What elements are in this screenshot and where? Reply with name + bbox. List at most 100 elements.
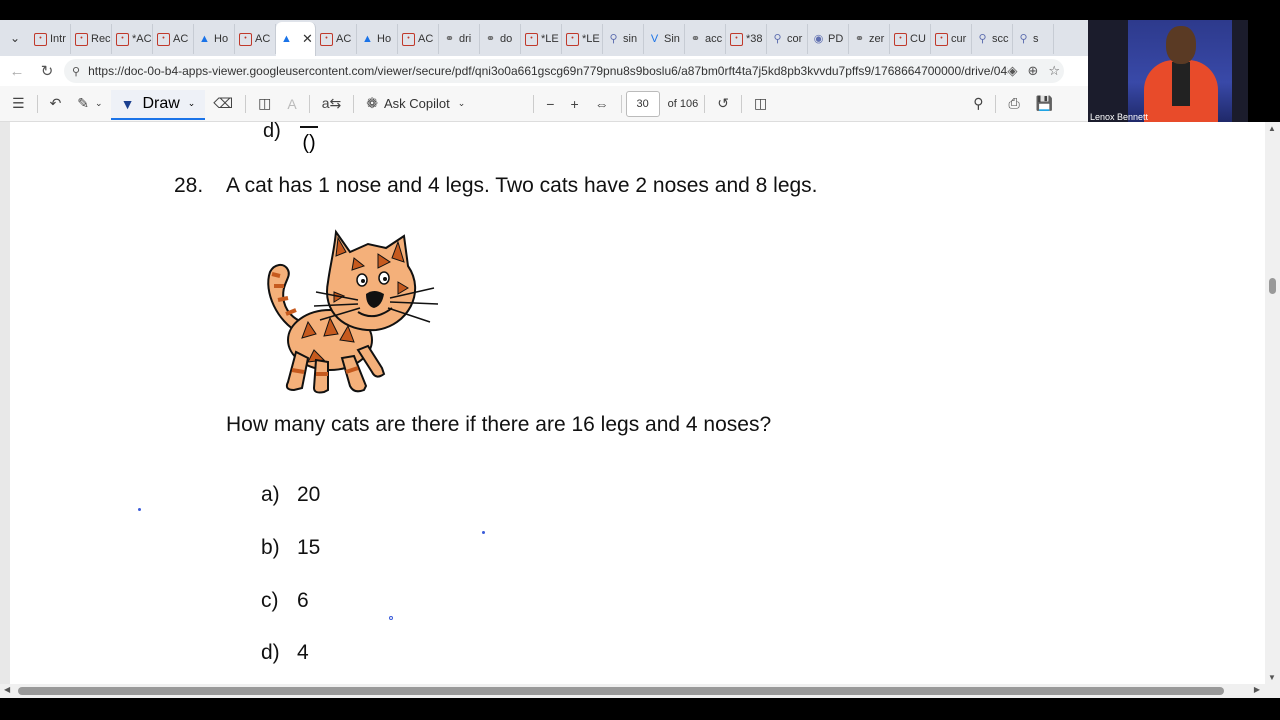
browser-tab[interactable]: • AC: [398, 24, 439, 54]
browser-tab[interactable]: ▲ Ho: [357, 24, 398, 54]
draw-button[interactable]: ▼ Draw ⌄: [110, 89, 206, 120]
tab-list-dropdown[interactable]: ⌄: [0, 20, 30, 56]
vertical-scrollbar[interactable]: ▲ ▼: [1265, 122, 1280, 684]
browser-tab[interactable]: • AC: [316, 24, 357, 54]
zoom-in-button[interactable]: +: [562, 86, 586, 122]
scroll-right-icon[interactable]: ▶: [1254, 685, 1260, 694]
previous-option-letter: d): [263, 122, 281, 142]
tab-label: AC: [255, 33, 271, 45]
page-view-icon: ◫: [753, 95, 768, 111]
browser-tab[interactable]: • AC: [235, 24, 276, 54]
browser-tab[interactable]: ⚲ s: [1013, 24, 1054, 54]
pdf-icon: •: [75, 32, 88, 46]
contents-button[interactable]: ☰: [4, 86, 33, 122]
scroll-up-icon[interactable]: ▲: [1268, 124, 1276, 133]
print-button[interactable]: ⎙: [1000, 86, 1027, 122]
tab-label: AC: [173, 33, 189, 45]
zoom-out-button[interactable]: −: [538, 86, 562, 122]
pdf-icon: •: [157, 32, 170, 46]
browser-tab[interactable]: ⚲ scc: [972, 24, 1013, 54]
browser-tab[interactable]: • *38: [726, 24, 767, 54]
save-button[interactable]: 💾: [1028, 86, 1061, 122]
browser-tab[interactable]: • Rec: [71, 24, 112, 54]
horizontal-scroll-thumb[interactable]: [18, 687, 1224, 695]
text-box-button[interactable]: ◫: [250, 86, 279, 122]
rotate-button[interactable]: ↺: [709, 86, 737, 122]
page-view-button[interactable]: ◫: [746, 86, 775, 122]
tab-label: dri: [459, 33, 472, 45]
scroll-down-icon[interactable]: ▼: [1268, 673, 1276, 682]
browser-tab[interactable]: ▲ ✕: [276, 22, 316, 56]
browser-tab[interactable]: • AC: [153, 24, 194, 54]
ask-copilot-button[interactable]: ❁ Ask Copilot ⌄: [358, 86, 473, 122]
fit-page-button[interactable]: ⇔: [587, 86, 617, 122]
fraction-bar: [300, 126, 318, 128]
pdf-icon: •: [935, 32, 948, 46]
screen-bottom-border: [0, 698, 1280, 720]
draw-pen-icon: ▼: [120, 95, 135, 112]
zoom-icon[interactable]: ⊕: [1027, 63, 1038, 79]
question-prompt: How many cats are there if there are 16 …: [226, 413, 772, 436]
read-aloud-button[interactable]: a⇆: [314, 86, 350, 122]
browser-tab[interactable]: • *AC: [112, 24, 153, 54]
translate-icon[interactable]: ◈: [1007, 63, 1017, 79]
tab-label: AC: [336, 33, 352, 45]
tab-label: Ho: [214, 33, 229, 45]
find-button[interactable]: ⚲: [965, 86, 991, 122]
browser-tab[interactable]: ◉ PD: [808, 24, 849, 54]
tab-label: cur: [951, 33, 967, 45]
fraction: (): [300, 124, 318, 155]
drive-icon: ▲: [281, 32, 292, 45]
erase-button[interactable]: ⌫: [205, 86, 241, 122]
reload-button[interactable]: ↻: [32, 62, 62, 80]
scroll-left-icon[interactable]: ◀: [4, 685, 10, 694]
webcam-overlay: Lenox Bennett: [1088, 20, 1248, 124]
screen-top-border: [0, 0, 1280, 20]
option-value: 15: [297, 536, 321, 559]
undo-button[interactable]: ↶: [42, 86, 70, 122]
browser-tab[interactable]: ⚭ acc: [685, 24, 726, 54]
browser-tab[interactable]: • *LE: [521, 24, 562, 54]
page-total: of 106: [667, 97, 699, 110]
pdf-toolbar: ☰ ↶ ✎ ⌄ ▼ Draw ⌄ ⌫ ◫ A a⇆ ❁ Ask Copilot ⌄…: [0, 86, 1088, 122]
save-icon: 💾: [1035, 95, 1054, 111]
browser-tab[interactable]: • CU: [890, 24, 931, 54]
pdf-icon: •: [566, 32, 579, 46]
tab-label: *LE: [541, 33, 559, 45]
document-viewport[interactable]: d) () 28. A cat has 1 nose and 4 legs. T…: [0, 122, 1280, 684]
tab-label: *AC: [132, 33, 152, 45]
tab-label: cor: [787, 33, 803, 45]
browser-tab[interactable]: ⚲ cor: [767, 24, 808, 54]
back-button[interactable]: ←: [2, 63, 32, 80]
eraser-icon: ⌫: [213, 95, 234, 111]
favorite-star-icon[interactable]: ☆: [1048, 63, 1060, 79]
vertical-scroll-thumb[interactable]: [1269, 278, 1276, 294]
url-field[interactable]: ⚲ https://doc-0o-b4-apps-viewer.googleus…: [64, 59, 1064, 83]
tab-label: Intr: [50, 33, 66, 45]
option-value: 4: [297, 641, 309, 664]
option-letter: d): [261, 641, 280, 664]
browser-tab[interactable]: • cur: [931, 24, 972, 54]
tab-label: CU: [910, 33, 926, 45]
site-info-icon[interactable]: ⚲: [72, 65, 80, 78]
tab-label: Sin: [664, 33, 680, 45]
browser-tab[interactable]: V Sin: [644, 24, 685, 54]
ink-dot: [138, 508, 141, 511]
browser-tab[interactable]: • Intr: [30, 24, 71, 54]
tab-label: scc: [992, 33, 1009, 45]
horizontal-scrollbar[interactable]: ◀ ▶: [0, 684, 1280, 698]
browser-tab[interactable]: ⚭ dri: [439, 24, 480, 54]
drive-icon: ▲: [362, 32, 373, 45]
font-button[interactable]: A: [279, 86, 304, 122]
pdf-page: d) () 28. A cat has 1 nose and 4 legs. T…: [10, 122, 1265, 684]
browser-tab[interactable]: ⚲ sin: [603, 24, 644, 54]
option-letter: b): [261, 536, 280, 559]
page-number-input[interactable]: 30: [625, 90, 660, 117]
close-tab-icon[interactable]: ✕: [302, 31, 313, 47]
browser-tab[interactable]: • *LE: [562, 24, 603, 54]
browser-tab[interactable]: ⚭ do: [480, 24, 521, 54]
highlight-button[interactable]: ✎ ⌄: [69, 86, 110, 122]
browser-tab[interactable]: ⚭ zer: [849, 24, 890, 54]
toolbar-divider: [245, 94, 247, 113]
browser-tab[interactable]: ▲ Ho: [194, 24, 235, 54]
